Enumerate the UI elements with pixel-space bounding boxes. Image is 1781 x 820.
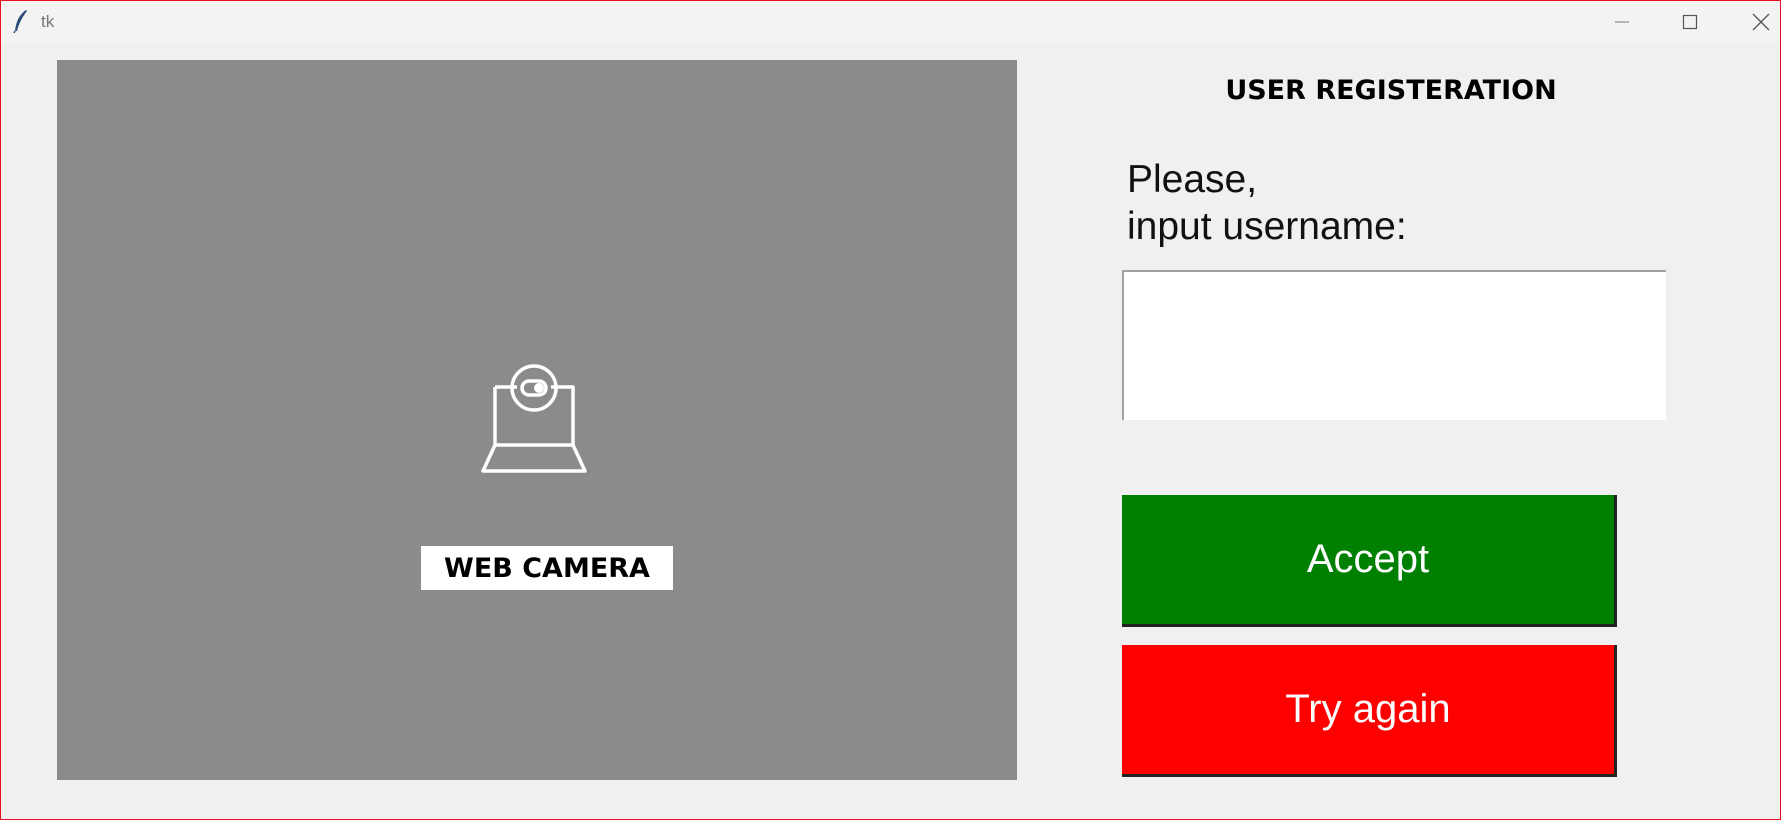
username-input[interactable] xyxy=(1122,270,1666,420)
app-window: tk WEB CAMERA USER REGISTERATION Please,… xyxy=(0,0,1781,820)
feather-icon xyxy=(13,10,27,33)
username-prompt: Please, input username: xyxy=(1127,156,1407,250)
title-bar[interactable]: tk xyxy=(1,1,1780,42)
camera-label: WEB CAMERA xyxy=(421,546,673,590)
accept-button[interactable]: Accept xyxy=(1122,495,1617,627)
prompt-line-1: Please, xyxy=(1127,158,1258,201)
window-title: tk xyxy=(41,12,55,31)
minimize-icon xyxy=(1615,21,1629,22)
close-icon xyxy=(1752,13,1770,30)
registration-title: USER REGISTERATION xyxy=(1225,75,1557,106)
prompt-line-2: input username: xyxy=(1127,205,1407,248)
close-button[interactable] xyxy=(1727,1,1780,42)
maximize-icon xyxy=(1682,14,1698,29)
webcam-icon xyxy=(481,364,587,473)
try-again-button[interactable]: Try again xyxy=(1122,645,1617,777)
camera-view: WEB CAMERA xyxy=(57,60,1017,780)
minimize-button[interactable] xyxy=(1588,1,1656,42)
maximize-button[interactable] xyxy=(1656,1,1724,42)
